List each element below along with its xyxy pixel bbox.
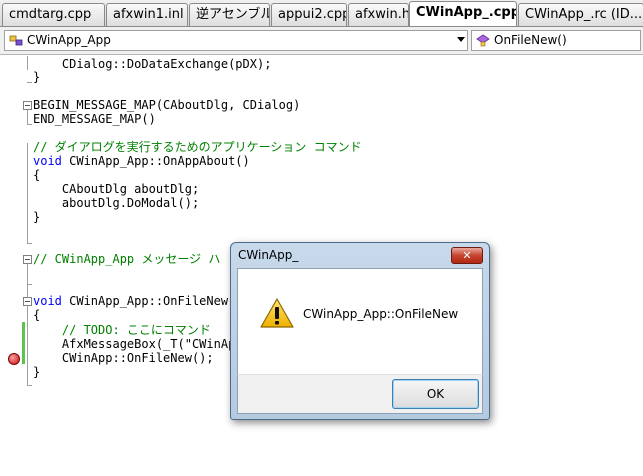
code-line[interactable]: }	[33, 210, 40, 224]
member-combo-value: OnFileNew()	[494, 33, 567, 47]
fold-guide	[27, 110, 28, 124]
code-line[interactable]: }	[33, 365, 40, 379]
code-comment[interactable]: // CWinApp_App メッセージ ハ	[33, 252, 220, 266]
fold-guide-end	[27, 243, 32, 244]
fold-guide	[27, 143, 28, 243]
tab-label: appui2.cpp	[278, 7, 347, 22]
tab-label: CWinApp_.cpp	[416, 5, 517, 20]
close-button[interactable]: ✕	[451, 247, 483, 264]
dialog-body: CWinApp_App::OnFileNew	[237, 268, 483, 374]
code-text: CWinApp_App::OnFileNew()	[61, 294, 243, 308]
dialog-title: CWinApp_	[238, 248, 299, 262]
code-line[interactable]: CWinApp::OnFileNew();	[33, 351, 214, 365]
tab-label: afxwin.h	[355, 7, 409, 22]
code-text: CWinApp_App::OnAppAbout()	[61, 154, 250, 168]
keyword: void	[33, 154, 62, 168]
breakpoint-icon[interactable]	[8, 353, 20, 365]
code-line[interactable]: }	[33, 70, 40, 84]
warning-icon	[260, 298, 294, 328]
fold-guide	[27, 306, 28, 385]
dialog-footer: OK	[237, 374, 483, 414]
code-comment[interactable]: // ダイアログを実行するためのアプリケーション コマンド	[33, 140, 362, 154]
document-tab-strip: cmdtarg.cpp afxwin1.inl 逆アセンブル appui2.cp…	[0, 0, 643, 27]
tab-cwinapp-cpp[interactable]: CWinApp_.cpp	[409, 1, 517, 26]
dialog-message: CWinApp_App::OnFileNew	[303, 307, 459, 321]
tab-label: CWinApp_.rc (ID...	[525, 7, 643, 22]
fold-guide-end	[27, 385, 32, 386]
fold-guide	[27, 264, 28, 298]
code-line[interactable]: aboutDlg.DoModal();	[33, 196, 199, 210]
tab-label: cmdtarg.cpp	[9, 7, 92, 22]
tab-appui2-cpp[interactable]: appui2.cpp	[271, 3, 347, 26]
member-combo[interactable]: OnFileNew()	[471, 30, 641, 51]
tab-afxwin-h[interactable]: afxwin.h	[348, 3, 409, 26]
code-line[interactable]: {	[33, 168, 40, 182]
fold-guide-end	[27, 124, 32, 125]
tab-label: afxwin1.inl	[113, 7, 184, 22]
chevron-down-icon[interactable]	[457, 37, 465, 42]
message-box-dialog: CWinApp_ ✕ CWinApp_App::OnFileNew OK	[230, 242, 490, 420]
fold-guide	[27, 56, 28, 70]
tab-cwinapp-rc[interactable]: CWinApp_.rc (ID...	[518, 3, 643, 26]
code-line[interactable]: BEGIN_MESSAGE_MAP(CAboutDlg, CDialog)	[33, 98, 300, 112]
code-line[interactable]: CAboutDlg aboutDlg;	[33, 182, 199, 196]
fold-toggle[interactable]	[23, 297, 32, 306]
fold-toggle[interactable]	[23, 255, 32, 264]
tab-label: 逆アセンブル	[196, 7, 270, 22]
code-line[interactable]: AfxMessageBox(_T("CWinAp	[33, 337, 235, 351]
class-combo-value: CWinApp_App	[27, 33, 111, 47]
editor-gutter[interactable]	[0, 56, 22, 476]
code-line[interactable]: void CWinApp_App::OnFileNew()	[33, 294, 243, 308]
tab-disassembly[interactable]: 逆アセンブル	[189, 3, 270, 26]
fold-guide-end	[27, 82, 32, 83]
keyword: void	[33, 294, 62, 308]
tab-afxwin1-inl[interactable]: afxwin1.inl	[106, 3, 188, 26]
ok-button[interactable]: OK	[392, 379, 479, 409]
navigation-bar: CWinApp_App OnFileNew()	[0, 27, 643, 55]
code-line[interactable]: END_MESSAGE_MAP()	[33, 112, 156, 126]
code-line[interactable]: CDialog::DoDataExchange(pDX);	[33, 57, 272, 71]
tab-cmdtarg-cpp[interactable]: cmdtarg.cpp	[2, 3, 105, 26]
change-indicator	[22, 322, 25, 364]
code-line[interactable]: void CWinApp_App::OnAppAbout()	[33, 154, 250, 168]
class-combo[interactable]: CWinApp_App	[4, 30, 468, 51]
code-line[interactable]: {	[33, 308, 40, 322]
method-icon	[476, 34, 490, 47]
class-icon	[9, 35, 23, 46]
code-comment[interactable]: // TODO: ここにコマンド	[33, 323, 211, 337]
fold-guide-end	[27, 284, 32, 285]
fold-toggle[interactable]	[23, 101, 32, 110]
